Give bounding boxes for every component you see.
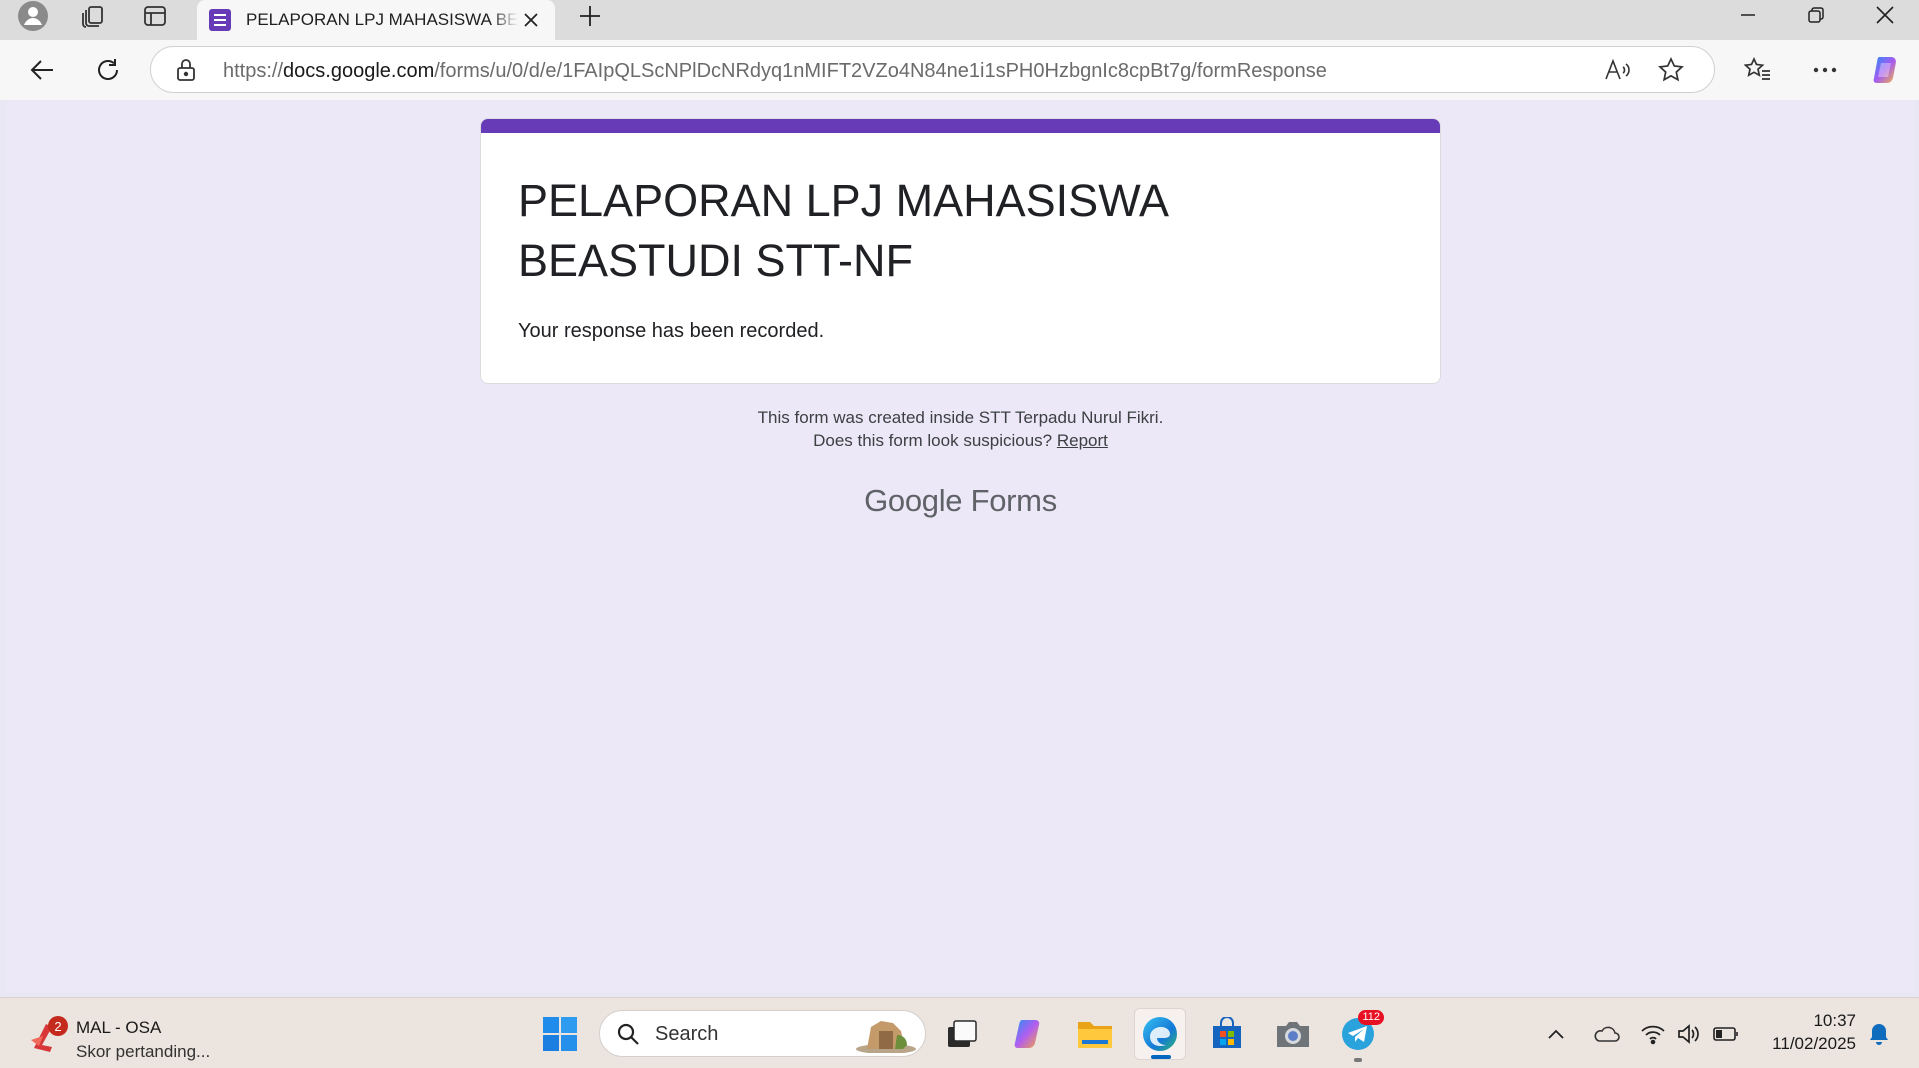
active-app-indicator (1151, 1055, 1171, 1059)
read-aloud-button[interactable] (1602, 55, 1634, 85)
clock-date: 11/02/2025 (1772, 1034, 1856, 1053)
task-view-icon (948, 1020, 977, 1047)
start-button[interactable] (534, 1008, 586, 1060)
read-aloud-icon (1605, 58, 1630, 80)
notification-bell-icon (1870, 1024, 1888, 1045)
battery-tray[interactable] (1708, 1016, 1744, 1052)
notification-center-button[interactable] (1861, 1016, 1897, 1052)
form-footer: This form was created inside STT Terpadu… (480, 406, 1441, 452)
copilot-app-button[interactable] (1003, 1008, 1055, 1060)
edge-taskbar-button[interactable] (1134, 1008, 1186, 1060)
workspaces-icon (82, 6, 103, 28)
profile-button[interactable] (8, 0, 58, 32)
camera-button[interactable] (1267, 1008, 1319, 1060)
copilot-app-icon (1014, 1020, 1040, 1048)
form-accent-bar (481, 119, 1440, 133)
widget-subtitle: Skor pertanding... (76, 1042, 211, 1061)
volume-icon (1678, 1024, 1699, 1044)
chevron-up-icon (1548, 1029, 1564, 1039)
windows-taskbar: 2 MAL - OSA Skor pertanding... Search 11… (0, 997, 1919, 1068)
refresh-button[interactable] (86, 50, 130, 90)
camera-icon (1277, 1022, 1309, 1047)
minimize-button[interactable] (1714, 0, 1782, 30)
url-text[interactable]: https://docs.google.com/forms/u/0/d/e/1F… (223, 60, 1327, 83)
window-close-icon (1876, 6, 1894, 24)
tab-actions-button[interactable] (130, 0, 180, 32)
star-icon (1658, 57, 1684, 82)
tab-title: PELAPORAN LPJ MAHASISWA BEASTUDI STT-NF (246, 10, 518, 29)
copilot-button[interactable] (1864, 50, 1908, 90)
favorites-icon (1744, 57, 1770, 80)
tab-strip: PELAPORAN LPJ MAHASISWA BEASTUDI STT-NF (0, 0, 1919, 40)
page-content: PELAPORAN LPJ MAHASISWA BEASTUDI STT-NF … (5, 100, 1915, 993)
footer-suspicious-line: Does this form look suspicious? Report (480, 429, 1441, 452)
store-button[interactable] (1201, 1008, 1253, 1060)
running-app-indicator (1354, 1058, 1362, 1062)
forms-favicon (209, 9, 231, 31)
form-header-card: PELAPORAN LPJ MAHASISWA BEASTUDI STT-NF … (480, 118, 1441, 384)
google-forms-logo[interactable]: Google Forms (480, 483, 1441, 519)
profile-icon (18, 1, 48, 31)
file-explorer-icon (1078, 1022, 1112, 1048)
taskbar-clock[interactable]: 10:37 11/02/2025 (1756, 1009, 1856, 1055)
plus-icon (580, 6, 600, 26)
tab-close-button[interactable] (517, 6, 545, 34)
minimize-icon (1741, 14, 1755, 16)
widget-title: MAL - OSA (76, 1018, 162, 1037)
task-view-button[interactable] (936, 1008, 988, 1060)
clock-time: 10:37 (1813, 1011, 1856, 1030)
search-icon (617, 1023, 639, 1045)
search-placeholder: Search (655, 1023, 719, 1045)
tab-actions-icon (144, 6, 166, 26)
google-wordmark: Google (864, 483, 963, 518)
close-icon (524, 13, 538, 27)
url-prefix: https:// (223, 60, 284, 82)
browser-toolbar: https://docs.google.com/forms/u/0/d/e/1F… (0, 40, 1919, 100)
url-host: docs.google.com (283, 60, 435, 82)
new-tab-button[interactable] (572, 0, 608, 32)
window-close-button[interactable] (1851, 0, 1919, 30)
wifi-icon (1641, 1025, 1665, 1045)
news-widget[interactable]: 2 MAL - OSA Skor pertanding... (22, 1006, 222, 1061)
copilot-icon (1873, 57, 1896, 83)
edge-icon (1143, 1017, 1177, 1051)
restore-button[interactable] (1782, 0, 1850, 30)
workspaces-button[interactable] (68, 0, 118, 32)
search-highlight-image (856, 1021, 916, 1053)
telegram-button[interactable]: 112 (1332, 1008, 1384, 1062)
show-hidden-icons-button[interactable] (1538, 1016, 1574, 1052)
volume-tray[interactable] (1670, 1016, 1706, 1052)
onedrive-tray[interactable] (1588, 1016, 1624, 1052)
back-button[interactable] (20, 50, 64, 90)
favorite-star-button[interactable] (1655, 55, 1687, 85)
footer-created-inside: This form was created inside STT Terpadu… (757, 408, 1164, 427)
file-explorer-button[interactable] (1069, 1008, 1121, 1060)
store-icon (1213, 1017, 1241, 1048)
more-icon (1813, 67, 1837, 73)
telegram-unread-badge: 112 (1358, 1010, 1384, 1025)
url-path: /forms/u/0/d/e/1FAIpQLScNPlDcNRdyq1nMIFT… (434, 60, 1327, 82)
onedrive-icon (1594, 1026, 1620, 1042)
taskbar-search[interactable]: Search (599, 1010, 926, 1057)
form-title: PELAPORAN LPJ MAHASISWA BEASTUDI STT-NF (518, 175, 1167, 286)
lock-icon[interactable] (175, 58, 197, 82)
refresh-icon (98, 59, 118, 80)
widget-badge: 2 (48, 1016, 68, 1036)
favorites-button[interactable] (1736, 50, 1780, 90)
more-menu-button[interactable] (1803, 50, 1847, 90)
forms-wordmark: Forms (970, 483, 1058, 518)
address-bar[interactable]: https://docs.google.com/forms/u/0/d/e/1F… (150, 46, 1715, 93)
battery-icon (1713, 1027, 1738, 1041)
wifi-tray[interactable] (1635, 1016, 1671, 1052)
back-icon (30, 60, 53, 80)
restore-icon (1808, 7, 1824, 23)
footer-suspicious-text: Does this form look suspicious? (813, 431, 1057, 450)
active-tab[interactable]: PELAPORAN LPJ MAHASISWA BEASTUDI STT-NF (197, 0, 555, 40)
response-recorded-message: Your response has been recorded. (518, 320, 825, 342)
windows-start-icon (543, 1017, 577, 1051)
report-link[interactable]: Report (1057, 431, 1108, 450)
